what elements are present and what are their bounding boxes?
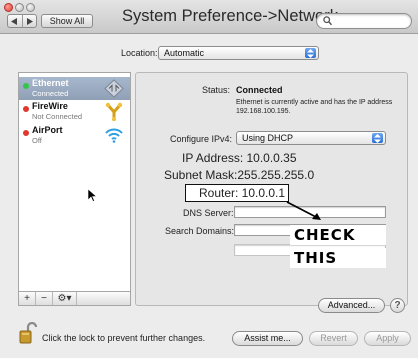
window-title: System Preference->Network [122,7,338,25]
right-arrow-icon [26,17,33,25]
apply-button[interactable]: Apply [364,331,411,346]
status-label: Status: [202,85,231,95]
configure-ipv4-label: Configure IPv4: [170,134,233,144]
service-item-airport[interactable]: AirPort Off [19,124,130,147]
dns-server-label: DNS Server: [183,208,234,218]
remove-service-button[interactable]: − [36,292,53,305]
service-status: Not Connected [32,112,83,121]
service-list: Ethernet Connected FireWire Not Connecte… [18,72,131,292]
status-dot-icon [23,130,29,136]
service-list-toolbar: + − ⚙▾ [18,291,131,306]
assist-me-button[interactable]: Assist me... [232,331,303,346]
minimize-window-button[interactable] [15,3,24,12]
revert-button[interactable]: Revert [309,331,358,346]
search-domains-label: Search Domains: [165,226,235,236]
gear-menu-button[interactable]: ⚙▾ [53,292,77,305]
advanced-button[interactable]: Advanced... [318,298,385,313]
service-item-firewire[interactable]: FireWire Not Connected [19,100,130,123]
service-status: Connected [32,89,69,98]
forward-button[interactable] [21,15,36,27]
ethernet-icon [104,79,124,98]
service-name: AirPort [32,125,63,135]
annotation-line-2: THIS [290,248,386,268]
service-name: Ethernet [32,78,69,88]
zoom-window-button[interactable] [26,3,35,12]
title-bar: Show All System Preference->Network [0,0,418,34]
show-all-button[interactable]: Show All [41,14,93,28]
stepper-arrows-icon [305,48,316,58]
firewire-icon [105,102,123,121]
search-field[interactable] [316,13,412,29]
add-service-button[interactable]: + [19,292,36,305]
back-button[interactable] [8,15,22,27]
lock-message: Click the lock to prevent further change… [42,333,206,343]
service-item-ethernet[interactable]: Ethernet Connected [19,77,130,100]
network-preferences-window: Show All System Preference->Network Loca… [0,0,418,358]
ip-address-text: IP Address: 10.0.0.35 [182,151,297,165]
service-name: FireWire [32,101,68,111]
location-select[interactable]: Automatic [158,46,319,60]
search-icon [323,16,332,26]
back-forward-control [7,14,37,28]
subnet-mask-text: Subnet Mask:255.255.255.0 [164,168,315,182]
search-input[interactable] [334,15,406,27]
configure-ipv4-value: Using DHCP [242,133,294,143]
router-text: Router: 10.0.0.1 [199,186,286,200]
status-description: Ethernet is currently active and has the… [236,99,393,115]
configure-ipv4-select[interactable]: Using DHCP [236,131,386,145]
service-status: Off [32,136,42,145]
annotation-line-1: CHECK [290,225,386,245]
status-dot-icon [23,106,29,112]
help-button[interactable]: ? [390,298,405,313]
left-arrow-icon [11,17,18,25]
status-value: Connected [236,85,283,95]
annotation-arrow-icon [286,201,321,220]
stepper-arrows-icon [372,133,383,143]
lock-icon[interactable] [19,322,37,344]
wifi-icon [105,128,123,143]
check-this-annotation: CHECK THIS [290,225,386,271]
location-label: Location: [121,48,158,58]
close-window-button[interactable] [4,3,13,12]
mouse-pointer-icon [88,189,97,202]
status-dot-icon [23,83,29,89]
location-value: Automatic [164,48,205,58]
